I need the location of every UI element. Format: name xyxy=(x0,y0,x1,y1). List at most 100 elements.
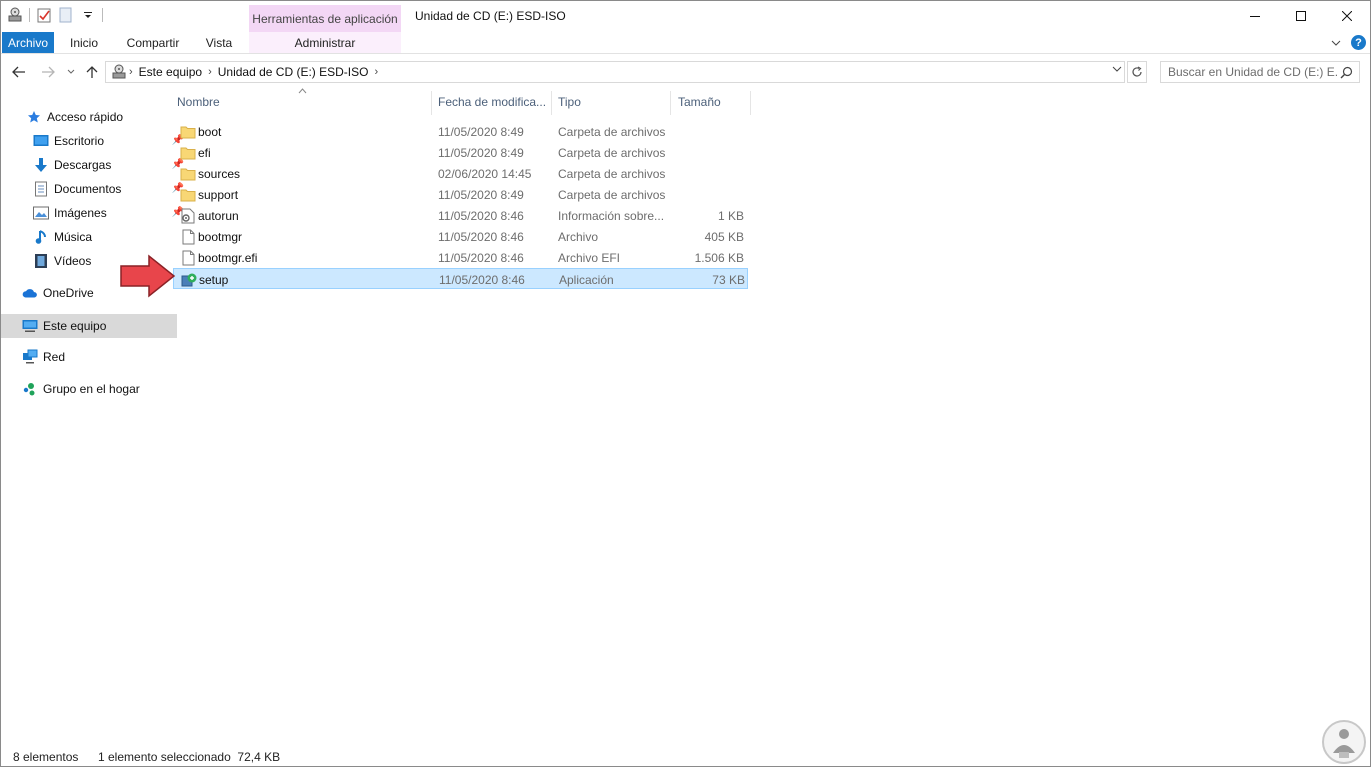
search-input[interactable] xyxy=(1161,64,1340,80)
chevron-right-icon[interactable]: › xyxy=(208,66,212,78)
minimize-icon xyxy=(1250,16,1260,17)
column-divider[interactable] xyxy=(431,91,432,115)
refresh-button[interactable] xyxy=(1127,61,1147,83)
file-size xyxy=(673,121,744,142)
file-name-cell[interactable]: bootmgr.efi xyxy=(180,247,257,268)
tab-archivo[interactable]: Archivo xyxy=(2,32,54,53)
drive-icon[interactable] xyxy=(7,7,23,23)
computer-icon xyxy=(22,318,38,334)
caption-buttons xyxy=(1232,1,1370,31)
search-icon[interactable] xyxy=(1340,66,1353,82)
file-date: 11/05/2020 8:49 xyxy=(438,145,524,160)
nav-item-label: Imágenes xyxy=(54,206,107,220)
file-name-cell[interactable]: boot xyxy=(180,121,221,142)
nav-item-label: Descargas xyxy=(54,158,112,172)
toolbar-separator xyxy=(29,8,30,22)
file-name: autorun xyxy=(198,208,239,223)
chevron-down-icon xyxy=(67,69,75,74)
breadcrumb-drive[interactable]: Unidad de CD (E:) ESD-ISO xyxy=(218,65,369,79)
nav-item-acceso-rapido[interactable]: Acceso rápido xyxy=(1,105,181,129)
address-dropdown-icon[interactable] xyxy=(1112,65,1122,76)
back-button[interactable] xyxy=(9,62,29,82)
file-name: support xyxy=(198,187,239,202)
file-row-bootmgr-efi[interactable]: bootmgr.efi 11/05/2020 8:46 Archivo EFI 1.5… xyxy=(173,247,748,268)
file-name-cell[interactable]: autorun xyxy=(180,205,239,226)
ribbon-tabs: Archivo Inicio Compartir Vista Administr… xyxy=(1,32,1370,54)
nav-item-imagenes[interactable]: Imágenes 📌 xyxy=(1,201,188,225)
status-bar: 8 elementos 1 elemento seleccionado 72,4… xyxy=(1,747,1370,766)
file-date: 11/05/2020 8:46 xyxy=(438,250,524,265)
column-divider[interactable] xyxy=(670,91,671,115)
file-row-support[interactable]: support 11/05/2020 8:49 Carpeta de archivo… xyxy=(173,184,748,205)
quick-access-toolbar xyxy=(7,7,103,23)
toolbar-separator xyxy=(102,8,103,22)
nav-item-documentos[interactable]: Documentos 📌 xyxy=(1,177,188,201)
forward-button[interactable] xyxy=(38,62,58,82)
column-divider[interactable] xyxy=(750,91,751,115)
nav-item-musica[interactable]: Música xyxy=(1,225,188,249)
up-button[interactable] xyxy=(83,62,101,82)
file-type: Carpeta de archivos xyxy=(558,145,666,160)
nav-item-label: Acceso rápido xyxy=(47,110,124,124)
column-header-fecha[interactable]: Fecha de modifica... xyxy=(438,89,550,115)
expand-ribbon-icon[interactable] xyxy=(1331,36,1341,50)
address-bar[interactable]: › Este equipo › Unidad de CD (E:) ESD-IS… xyxy=(105,61,1125,83)
customize-dropdown-icon[interactable] xyxy=(80,7,96,23)
column-header-tipo[interactable]: Tipo xyxy=(558,89,668,115)
nav-item-escritorio[interactable]: Escritorio 📌 xyxy=(1,129,188,153)
nav-item-red[interactable]: Red xyxy=(1,345,177,369)
cloud-icon xyxy=(22,285,38,301)
file-row-boot[interactable]: boot 11/05/2020 8:49 Carpeta de archivos xyxy=(173,121,748,142)
file-name-cell[interactable]: bootmgr xyxy=(180,226,242,247)
file-size: 1.506 KB xyxy=(694,250,744,265)
tab-inicio[interactable]: Inicio xyxy=(61,32,107,53)
tab-vista[interactable]: Vista xyxy=(197,32,241,53)
file-name-cell[interactable]: support xyxy=(180,184,238,205)
status-selection: 1 elemento seleccionado 72,4 KB xyxy=(98,750,281,764)
tab-compartir[interactable]: Compartir xyxy=(119,32,187,53)
column-header-nombre[interactable]: Nombre xyxy=(177,89,427,115)
setup-app-icon xyxy=(181,272,197,288)
navigation-pane: Acceso rápido Escritorio 📌 Descargas 📌 D… xyxy=(1,97,184,737)
file-date: 11/05/2020 8:49 xyxy=(438,124,524,139)
column-divider[interactable] xyxy=(551,91,552,115)
nav-item-este-equipo[interactable]: Este equipo xyxy=(1,314,177,338)
music-icon xyxy=(33,229,49,245)
file-name-cell[interactable]: sources xyxy=(180,163,240,184)
file-row-autorun[interactable]: autorun 11/05/2020 8:46 Información sobre.… xyxy=(173,205,748,226)
documents-icon xyxy=(33,181,49,197)
homegroup-icon xyxy=(22,381,38,397)
nav-item-label: Grupo en el hogar xyxy=(43,382,140,396)
chevron-right-icon[interactable]: › xyxy=(129,66,133,78)
settings-file-icon xyxy=(180,208,196,224)
close-button[interactable] xyxy=(1324,1,1370,31)
file-date: 02/06/2020 14:45 xyxy=(438,166,532,181)
file-date: 11/05/2020 8:46 xyxy=(439,272,525,287)
file-name-cell[interactable]: setup xyxy=(181,269,228,290)
recent-locations-button[interactable] xyxy=(64,62,78,82)
file-row-bootmgr[interactable]: bootmgr 11/05/2020 8:46 Archivo 405 KB xyxy=(173,226,748,247)
tab-administrar[interactable]: Administrar xyxy=(249,32,401,53)
minimize-button[interactable] xyxy=(1232,1,1278,31)
videos-icon xyxy=(33,253,49,269)
maximize-icon xyxy=(1296,11,1306,21)
desktop-icon xyxy=(33,133,49,149)
nav-item-descargas[interactable]: Descargas 📌 xyxy=(1,153,188,177)
new-folder-icon[interactable] xyxy=(58,7,74,23)
nav-item-grupo-hogar[interactable]: Grupo en el hogar xyxy=(1,377,177,401)
file-name-cell[interactable]: efi xyxy=(180,142,211,163)
file-row-efi[interactable]: efi 11/05/2020 8:49 Carpeta de archivos xyxy=(173,142,748,163)
file-row-sources[interactable]: sources 02/06/2020 14:45 Carpeta de archiv… xyxy=(173,163,748,184)
file-row-setup[interactable]: setup 11/05/2020 8:46 Aplicación 73 KB xyxy=(173,268,748,289)
maximize-button[interactable] xyxy=(1278,1,1324,31)
file-size xyxy=(673,184,744,205)
refresh-icon xyxy=(1132,66,1142,77)
help-icon[interactable]: ? xyxy=(1351,35,1366,50)
chevron-right-icon[interactable]: › xyxy=(374,66,378,78)
column-header-tamano[interactable]: Tamaño xyxy=(678,89,748,115)
file-size: 73 KB xyxy=(712,272,745,287)
nav-item-label: Escritorio xyxy=(54,134,105,148)
search-box[interactable] xyxy=(1160,61,1360,83)
breadcrumb-este-equipo[interactable]: Este equipo xyxy=(139,65,202,79)
properties-icon[interactable] xyxy=(36,7,52,23)
